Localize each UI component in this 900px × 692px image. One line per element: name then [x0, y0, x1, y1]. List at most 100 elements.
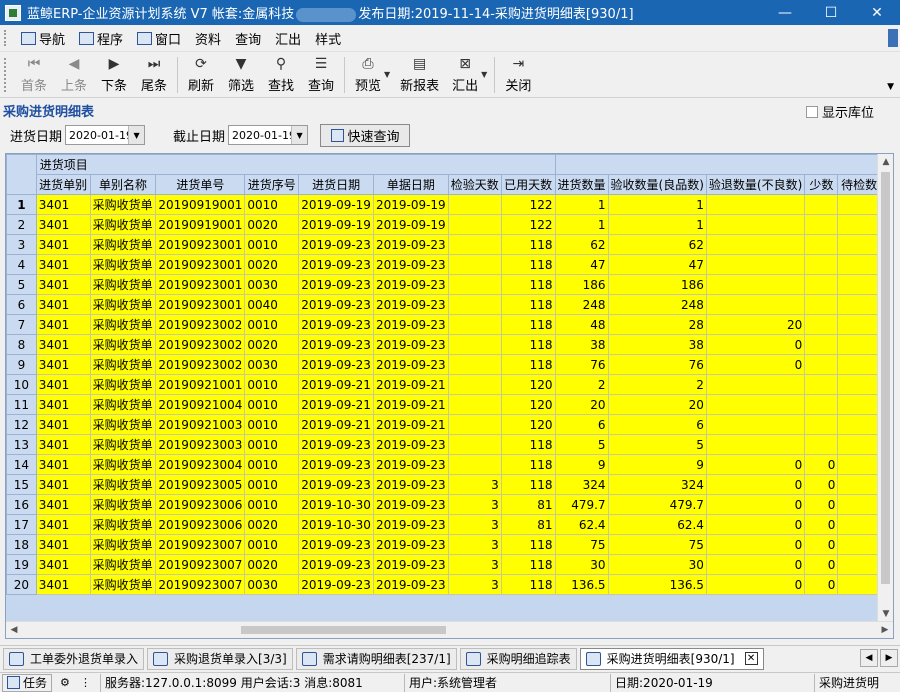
table-cell[interactable]: 38 — [554, 334, 609, 355]
menu-grip[interactable] — [4, 30, 10, 46]
table-cell[interactable]: 采购收货单 — [89, 294, 157, 315]
row-number[interactable]: 12 — [6, 414, 37, 435]
table-cell[interactable]: 0010 — [244, 394, 300, 415]
table-cell[interactable]: 0 — [804, 454, 839, 475]
table-cell[interactable]: 2019-09-23 — [298, 294, 374, 315]
refresh-button[interactable]: ⟳ 刷新 — [181, 53, 221, 97]
table-cell[interactable] — [804, 394, 839, 415]
row-number[interactable]: 3 — [6, 234, 37, 255]
table-cell[interactable] — [705, 214, 806, 235]
table-cell[interactable] — [804, 354, 839, 375]
table-cell[interactable]: 120 — [500, 394, 556, 415]
table-cell[interactable]: 20 — [554, 394, 609, 415]
table-cell[interactable]: 0 — [804, 554, 839, 575]
table-cell[interactable]: 0010 — [244, 414, 300, 435]
column-header[interactable]: 进货单别 — [35, 174, 91, 195]
table-cell[interactable] — [705, 234, 806, 255]
vertical-scrollbar[interactable]: ▲ ▼ — [877, 154, 893, 622]
table-row[interactable]: 17 3401 采购收货单 20190923006 0020 2019-10-30 2019… — [6, 514, 893, 535]
table-cell[interactable]: 3401 — [35, 354, 91, 375]
horizontal-scrollbar[interactable]: ◀ ▶ — [6, 621, 893, 638]
table-cell[interactable]: 20190923002 — [155, 354, 246, 375]
row-number[interactable]: 10 — [6, 374, 37, 395]
table-cell[interactable]: 479.7 — [554, 494, 609, 515]
table-cell[interactable]: 30 — [554, 554, 609, 575]
table-cell[interactable]: 采购收货单 — [89, 354, 157, 375]
table-cell[interactable]: 122 — [500, 194, 556, 215]
scroll-right-icon[interactable]: ▶ — [877, 622, 893, 638]
table-cell[interactable]: 3401 — [35, 334, 91, 355]
table-cell[interactable]: 采购收货单 — [89, 514, 157, 535]
scroll-down-icon[interactable]: ▼ — [878, 606, 893, 622]
preview-dropdown-icon[interactable]: ▼ — [384, 70, 390, 79]
menu-overflow-handle[interactable] — [888, 29, 898, 47]
table-cell[interactable]: 3401 — [35, 514, 91, 535]
column-header[interactable]: 已用天数 — [500, 174, 556, 195]
table-cell[interactable]: 2019-09-19 — [298, 214, 374, 235]
column-header[interactable]: 验退数量(不良数) — [705, 174, 806, 195]
table-cell[interactable]: 0030 — [244, 274, 300, 295]
table-cell[interactable]: 3 — [447, 574, 502, 595]
table-cell[interactable]: 2019-09-23 — [298, 574, 374, 595]
column-header[interactable]: 进货序号 — [244, 174, 300, 195]
table-cell[interactable]: 采购收货单 — [89, 214, 157, 235]
table-row[interactable]: 5 3401 采购收货单 20190923001 0030 2019-09-23 2019-… — [6, 274, 893, 295]
table-row[interactable]: 11 3401 采购收货单 20190921004 0010 2019-09-21 2019… — [6, 394, 893, 415]
table-cell[interactable]: 2019-09-23 — [372, 234, 449, 255]
table-cell[interactable]: 0 — [804, 574, 839, 595]
table-cell[interactable]: 采购收货单 — [89, 474, 157, 495]
table-cell[interactable] — [447, 234, 502, 255]
export-dropdown-icon[interactable]: ▼ — [481, 70, 487, 79]
tab-window-3[interactable]: 采购明细追踪表 — [459, 647, 577, 670]
table-cell[interactable] — [447, 334, 502, 355]
table-cell[interactable] — [447, 434, 502, 455]
table-cell[interactable]: 3401 — [35, 274, 91, 295]
table-cell[interactable] — [705, 254, 806, 275]
table-row[interactable]: 14 3401 采购收货单 20190923004 0010 2019-09-23 2019… — [6, 454, 893, 475]
tool-icon[interactable]: ⚙ — [60, 676, 76, 690]
table-cell[interactable]: 2019-09-23 — [298, 354, 374, 375]
scroll-up-icon[interactable]: ▲ — [878, 154, 893, 170]
table-cell[interactable]: 2019-09-23 — [298, 534, 374, 555]
table-cell[interactable]: 0020 — [244, 514, 300, 535]
vertical-scroll-thumb[interactable] — [881, 172, 890, 584]
table-cell[interactable] — [447, 394, 502, 415]
task-button[interactable]: 任务 — [2, 673, 53, 692]
table-cell[interactable]: 采购收货单 — [89, 454, 157, 475]
table-cell[interactable]: 20 — [705, 314, 806, 335]
table-cell[interactable]: 0020 — [244, 214, 300, 235]
menu-style[interactable]: 样式 — [308, 27, 348, 49]
table-cell[interactable]: 3 — [447, 494, 502, 515]
row-number[interactable]: 19 — [6, 554, 37, 575]
row-number[interactable]: 4 — [6, 254, 37, 275]
table-cell[interactable]: 3 — [447, 474, 502, 495]
table-cell[interactable] — [447, 374, 502, 395]
table-cell[interactable]: 118 — [500, 554, 556, 575]
table-cell[interactable]: 2019-09-21 — [372, 414, 449, 435]
table-cell[interactable]: 136.5 — [554, 574, 609, 595]
table-cell[interactable]: 3401 — [35, 494, 91, 515]
table-cell[interactable]: 0020 — [244, 334, 300, 355]
table-cell[interactable]: 20190923003 — [155, 434, 246, 455]
table-cell[interactable]: 0 — [804, 514, 839, 535]
table-cell[interactable]: 20190923002 — [155, 334, 246, 355]
table-cell[interactable]: 采购收货单 — [89, 534, 157, 555]
tab-window-4[interactable]: 采购进货明细表[930/1] ✕ — [579, 647, 764, 670]
column-header[interactable]: 进货日期 — [298, 174, 374, 195]
table-cell[interactable] — [447, 194, 502, 215]
table-cell[interactable]: 5 — [607, 434, 707, 455]
table-cell[interactable]: 0 — [705, 574, 806, 595]
menu-data[interactable]: 资料 — [188, 27, 228, 49]
close-tab-icon[interactable]: ✕ — [744, 652, 758, 665]
table-cell[interactable]: 3401 — [35, 234, 91, 255]
table-cell[interactable]: 479.7 — [607, 494, 707, 515]
table-cell[interactable]: 0010 — [244, 474, 300, 495]
table-cell[interactable]: 120 — [500, 374, 556, 395]
query-button[interactable]: ☰ 查询 — [301, 53, 341, 97]
table-cell[interactable]: 20190923001 — [155, 274, 246, 295]
table-cell[interactable]: 62.4 — [554, 514, 609, 535]
table-cell[interactable]: 采购收货单 — [89, 274, 157, 295]
table-cell[interactable]: 186 — [607, 274, 707, 295]
table-cell[interactable]: 3 — [447, 534, 502, 555]
tab-window-0[interactable]: 工单委外退货单录入 — [3, 647, 145, 670]
